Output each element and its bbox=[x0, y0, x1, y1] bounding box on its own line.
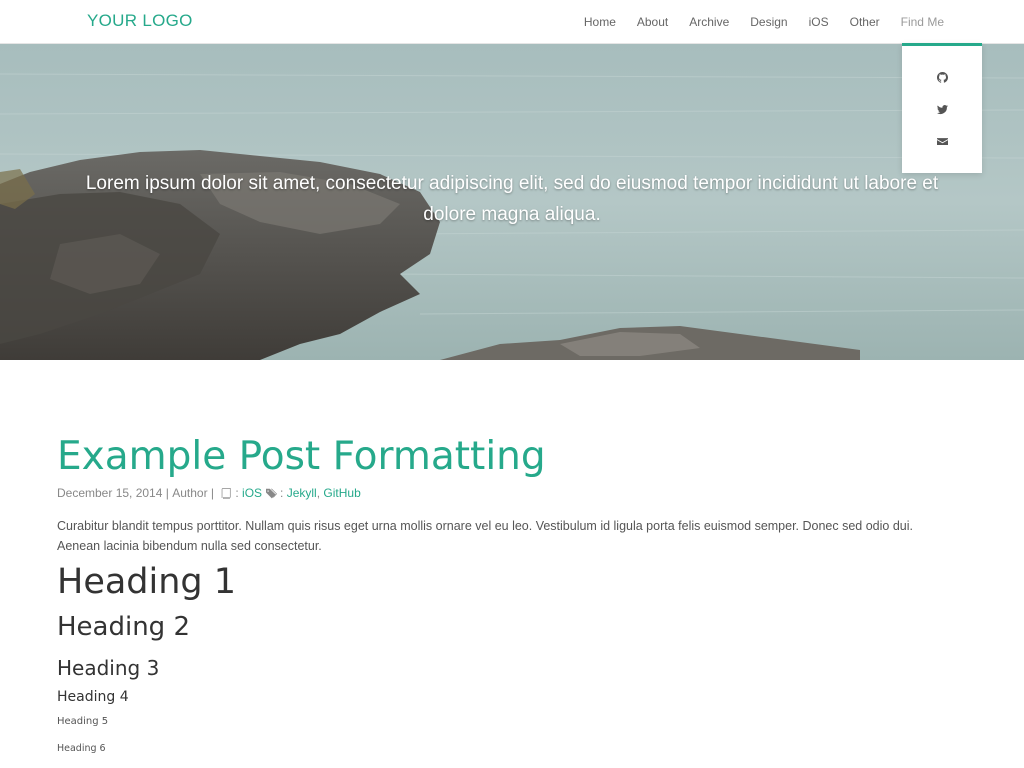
tags-suffix: : bbox=[280, 486, 287, 500]
meta-separator: | bbox=[162, 486, 173, 500]
category-link[interactable]: iOS bbox=[242, 486, 262, 500]
heading-5: Heading 5 bbox=[57, 716, 109, 727]
navbar: YOUR LOGO Home About Archive Design iOS … bbox=[0, 0, 1024, 44]
find-me-dropdown bbox=[902, 43, 982, 173]
category-suffix: : bbox=[235, 486, 243, 500]
nav-about[interactable]: About bbox=[637, 0, 668, 44]
nav-design[interactable]: Design bbox=[750, 0, 787, 44]
post-meta: December 15, 2014 | Author | : iOS : Jek… bbox=[57, 486, 361, 500]
heading-3: Heading 3 bbox=[57, 656, 160, 680]
tag-link-jekyll[interactable]: Jekyll bbox=[287, 486, 317, 500]
tag-separator: , bbox=[316, 486, 324, 500]
tags-icon bbox=[266, 488, 278, 499]
site-logo[interactable]: YOUR LOGO bbox=[87, 11, 193, 31]
nav-archive[interactable]: Archive bbox=[689, 0, 729, 44]
nav-home[interactable]: Home bbox=[584, 0, 616, 44]
heading-1: Heading 1 bbox=[57, 562, 237, 602]
nav-other[interactable]: Other bbox=[850, 0, 880, 44]
envelope-icon[interactable] bbox=[902, 131, 982, 151]
post-paragraph: Curabitur blandit tempus porttitor. Null… bbox=[57, 519, 913, 553]
post-author: Author bbox=[172, 486, 208, 500]
hero-tagline: Lorem ipsum dolor sit amet, consectetur … bbox=[85, 173, 939, 225]
tag-link-github[interactable]: GitHub bbox=[323, 486, 360, 500]
nav-ios[interactable]: iOS bbox=[809, 0, 829, 44]
post-date: December 15, 2014 bbox=[57, 486, 163, 500]
twitter-icon[interactable] bbox=[902, 99, 982, 119]
post-title[interactable]: Example Post Formatting bbox=[57, 434, 546, 479]
meta-separator: | bbox=[207, 486, 218, 500]
book-icon bbox=[221, 487, 232, 499]
heading-2: Heading 2 bbox=[57, 612, 190, 642]
github-icon[interactable] bbox=[902, 67, 982, 87]
heading-4: Heading 4 bbox=[57, 689, 129, 705]
heading-6: Heading 6 bbox=[57, 743, 106, 754]
hero-banner: Lorem ipsum dolor sit amet, consectetur … bbox=[0, 44, 1024, 360]
nav-find-me[interactable]: Find Me bbox=[901, 0, 944, 44]
main-nav: Home About Archive Design iOS Other Find… bbox=[584, 0, 1024, 44]
